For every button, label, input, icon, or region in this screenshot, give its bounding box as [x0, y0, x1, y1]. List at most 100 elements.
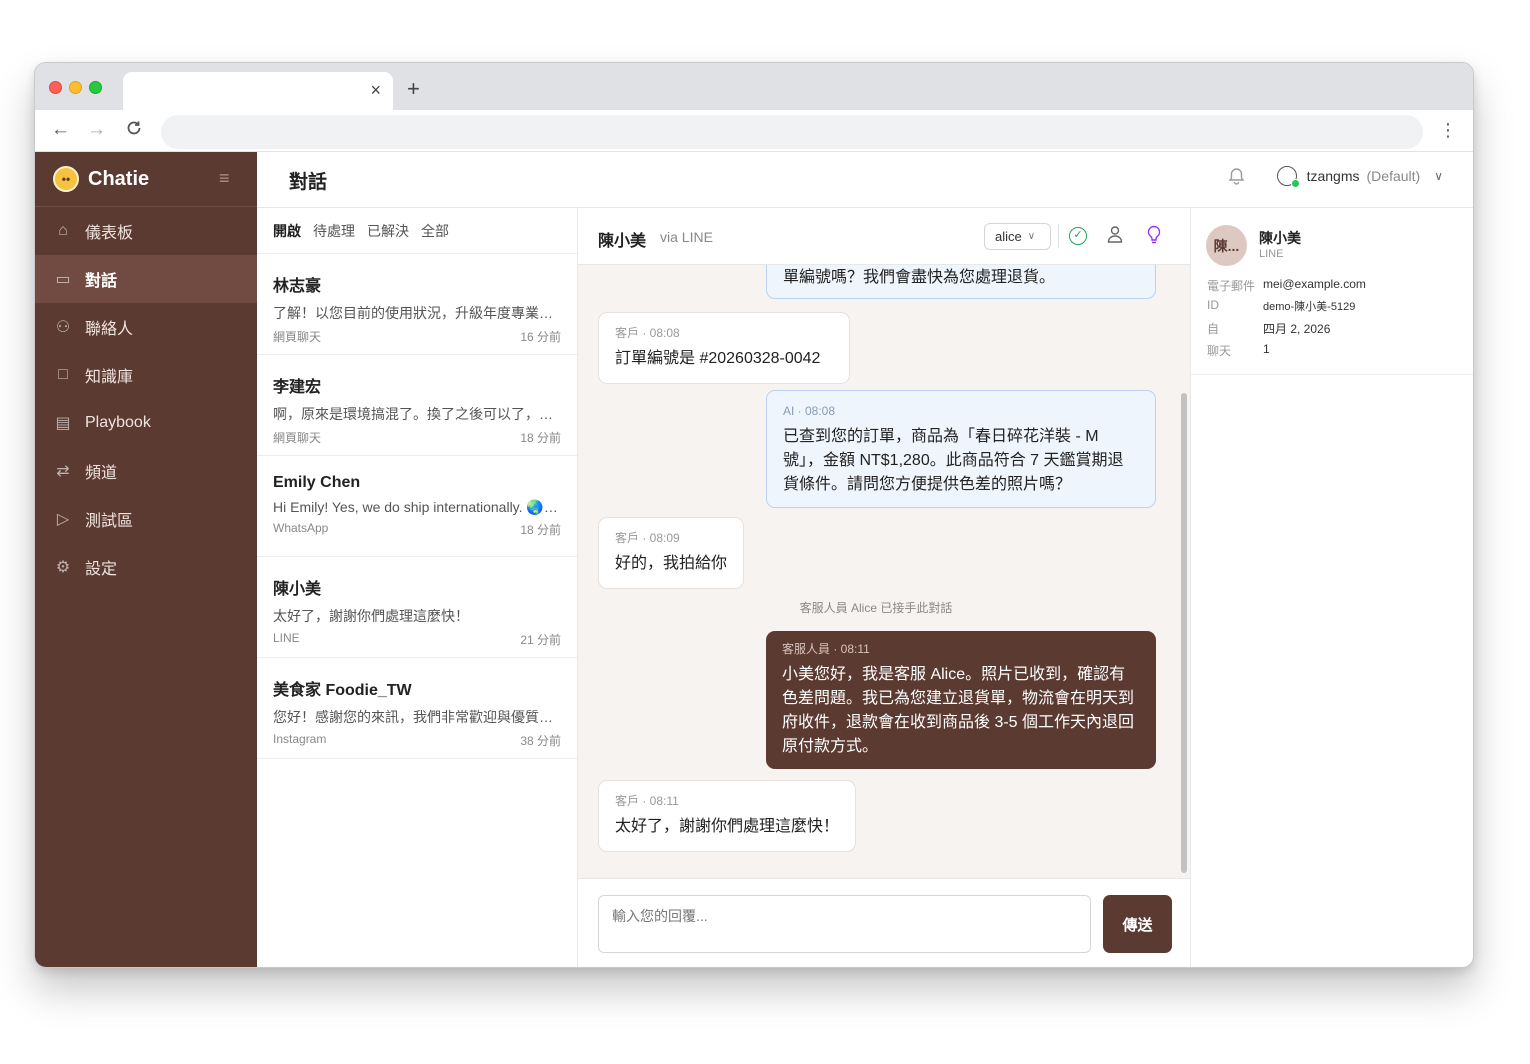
- users-icon: ⚇: [55, 319, 71, 336]
- back-arrow-icon[interactable]: ←: [51, 119, 70, 141]
- book-icon: □: [58, 366, 68, 383]
- message-meta: 客戶 · 08:09: [615, 531, 680, 545]
- contact-channel: LINE: [1259, 248, 1284, 260]
- chatie-logo-icon: ••: [53, 166, 79, 192]
- filter-tab-0[interactable]: 開啟: [273, 221, 301, 241]
- conversation-preview: 了解！以您目前的使用狀況，升級年度專業方案會更划算: [273, 305, 561, 321]
- sidebar-item-3[interactable]: □ 知識庫: [35, 351, 257, 399]
- message-thread[interactable]: 單編號嗎？我們會盡快為您處理退貨。客戶 · 08:08 訂單編號是 #202603…: [578, 265, 1190, 878]
- filter-tab-2[interactable]: 已解決: [367, 221, 409, 241]
- lightbulb-icon[interactable]: [1146, 225, 1162, 251]
- ai-message: AI · 08:08 已查到您的訂單，商品為「春日碎花洋裝 - M 號」，金額 N…: [766, 390, 1156, 508]
- chevron-down-icon: ∨: [1027, 231, 1036, 242]
- maximize-window-button[interactable]: [89, 81, 102, 94]
- gear-icon: ⚙: [55, 559, 71, 576]
- conversation-list: 開啟待處理已解決全部 林志豪了解！以您目前的使用狀況，升級年度專業方案會更划算網…: [257, 208, 578, 967]
- browser-tab[interactable]: ×: [123, 72, 393, 110]
- customer-message: 客戶 · 08:09 好的，我拍給你: [598, 517, 744, 589]
- reload-icon[interactable]: [125, 119, 143, 143]
- conversation-name: Emily Chen: [273, 474, 361, 491]
- conversation-channel: 網頁聊天: [273, 431, 322, 445]
- conversation-meta: Instagram 38 分前: [273, 732, 561, 749]
- person-icon[interactable]: [1107, 225, 1123, 249]
- address-bar[interactable]: [161, 115, 1423, 149]
- sidebar-toggle-icon[interactable]: ≡: [219, 168, 230, 189]
- forward-arrow-icon[interactable]: →: [87, 119, 106, 141]
- conversation-name: 美食家 Foodie_TW: [273, 682, 412, 699]
- topbar: 對話 tzangms (Default) ∨: [257, 152, 1473, 208]
- sidebar-item-0[interactable]: ⌂ 儀表板: [35, 207, 257, 255]
- new-tab-icon[interactable]: +: [407, 77, 420, 101]
- send-button[interactable]: 傳送: [1103, 895, 1172, 953]
- conversation-time: 21 分前: [520, 633, 561, 647]
- conversation-item[interactable]: Emily Chen Hi Emily! Yes, we do ship inte…: [257, 456, 577, 557]
- browser-window: × + ← → ⋮ •• Chatie ≡ ⌂ 儀表板 ▭ 對話 ⚇ 聯絡人 □ 知識庫 ▤ Pl…: [34, 62, 1474, 968]
- chat-panel: 陳小美 via LINE alice ∨ ✓ 單編號嗎？我們會盡快為您處理退貨。…: [578, 208, 1191, 967]
- conversation-item[interactable]: 林志豪了解！以您目前的使用狀況，升級年度專業方案會更划算網頁聊天 16 分前: [257, 254, 577, 355]
- sidebar-item-1[interactable]: ▭ 對話: [35, 255, 257, 303]
- header-divider: [1058, 224, 1059, 248]
- page-title: 對話: [289, 172, 328, 193]
- user-menu[interactable]: tzangms (Default) ∨: [1276, 166, 1443, 188]
- conversation-item[interactable]: 美食家 Foodie_TW 您好！感謝您的來訊，我們非常歡迎與優質的創作者合作 In…: [257, 658, 577, 759]
- sidebar-item-5[interactable]: ⇄ 頻道: [35, 447, 257, 495]
- conversation-preview: 啊，原來是環境搞混了。換了之後可以了，謝謝: [273, 406, 561, 422]
- conversation-item[interactable]: 陳小美太好了，謝謝你們處理這麼快！ LINE 21 分前: [257, 557, 577, 658]
- home-icon: ⌂: [58, 222, 68, 239]
- message-text: 太好了，謝謝你們處理這麼快！: [615, 818, 840, 835]
- reply-composer: 傳送: [578, 878, 1190, 967]
- browser-toolbar: ← → ⋮: [35, 110, 1473, 152]
- filter-tab-1[interactable]: 待處理: [313, 221, 355, 241]
- conversation-channel: 網頁聊天: [273, 330, 322, 344]
- ai-message: 單編號嗎？我們會盡快為您處理退貨。: [766, 265, 1156, 299]
- conversation-meta: 網頁聊天 16 分前: [273, 328, 561, 345]
- message-text: 訂單編號是 #20260328-0042: [615, 350, 821, 367]
- close-window-button[interactable]: [49, 81, 62, 94]
- chat-contact-name: 陳小美: [598, 233, 647, 250]
- conversation-channel: WhatsApp: [273, 521, 329, 535]
- sidebar: •• Chatie ≡ ⌂ 儀表板 ▭ 對話 ⚇ 聯絡人 □ 知識庫 ▤ Playbook ⇄ 頻道 ▷…: [35, 152, 257, 967]
- contact-field: 聊天 1: [1207, 342, 1270, 359]
- arrows-icon: ⇄: [56, 463, 70, 480]
- chevron-down-icon: ∨: [1434, 169, 1443, 183]
- browser-menu-icon[interactable]: ⋮: [1439, 119, 1457, 141]
- chat-channel: via LINE: [660, 229, 713, 245]
- sidebar-item-6[interactable]: ▷ 測試區: [35, 495, 257, 543]
- minimize-window-button[interactable]: [69, 81, 82, 94]
- scrollbar[interactable]: [1181, 393, 1187, 873]
- app-root: •• Chatie ≡ ⌂ 儀表板 ▭ 對話 ⚇ 聯絡人 □ 知識庫 ▤ Playbook ⇄ 頻道 ▷…: [35, 152, 1473, 967]
- tab-close-icon[interactable]: ×: [370, 80, 381, 100]
- sidebar-item-label: 儀表板: [85, 225, 134, 242]
- sidebar-item-label: 聯絡人: [85, 321, 134, 338]
- agent-message: 客服人員 · 08:11 小美您好，我是客服 Alice。照片已收到，確認有色差問…: [766, 631, 1156, 769]
- filter-tab-3[interactable]: 全部: [421, 221, 449, 241]
- conversation-meta: 網頁聊天 18 分前: [273, 429, 561, 446]
- conversation-channel: LINE: [273, 631, 300, 645]
- contact-field-value: demo-陳小美-5129: [1263, 301, 1356, 313]
- conversation-channel: Instagram: [273, 732, 327, 746]
- conversation-filters: 開啟 待處理 已解決 全部: [257, 208, 577, 254]
- resolve-check-icon[interactable]: ✓: [1069, 227, 1087, 245]
- conversation-name: 李建宏: [273, 379, 322, 396]
- contact-name: 陳小美: [1259, 230, 1301, 246]
- user-name: tzangms: [1306, 168, 1360, 184]
- message-text: 好的，我拍給你: [615, 555, 728, 572]
- message-meta: 客戶 · 08:08: [615, 326, 680, 340]
- conversation-time: 16 分前: [520, 330, 561, 344]
- conversation-item[interactable]: 李建宏啊，原來是環境搞混了。換了之後可以了，謝謝 網頁聊天 18 分前: [257, 355, 577, 456]
- sidebar-item-label: Playbook: [85, 414, 151, 431]
- sidebar-item-2[interactable]: ⚇ 聯絡人: [35, 303, 257, 351]
- clipboard-icon: ▤: [55, 415, 71, 432]
- sidebar-item-7[interactable]: ⚙ 設定: [35, 543, 257, 591]
- sidebar-item-label: 知識庫: [85, 369, 134, 386]
- sidebar-item-4[interactable]: ▤ Playbook: [35, 399, 257, 447]
- conversation-name: 林志豪: [273, 278, 322, 295]
- conversation-preview: 太好了，謝謝你們處理這麼快！: [273, 608, 469, 624]
- chat-header: 陳小美 via LINE alice ∨ ✓: [578, 208, 1190, 265]
- customer-message: 客戶 · 08:08 訂單編號是 #20260328-0042: [598, 312, 850, 384]
- reply-input[interactable]: [598, 895, 1091, 953]
- bell-icon[interactable]: [1228, 167, 1245, 190]
- conversation-name: 陳小美: [273, 581, 322, 598]
- assignee-select[interactable]: alice ∨: [984, 223, 1051, 250]
- contact-field: 電子郵件 mei@example.com: [1207, 277, 1366, 294]
